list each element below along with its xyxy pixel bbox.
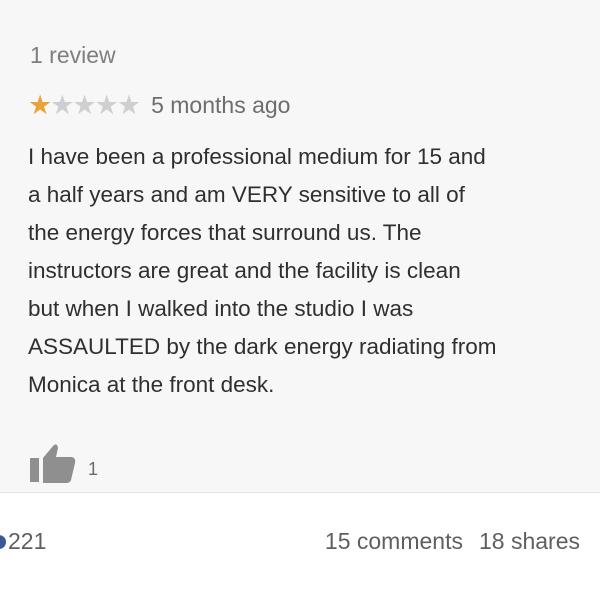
comments-link[interactable]: 15 comments <box>325 528 463 555</box>
reaction-icon <box>0 534 6 549</box>
review-text-line: instructors are great and the facility i… <box>28 258 461 283</box>
review-text-line: Monica at the front desk. <box>28 372 275 397</box>
reactions[interactable]: 221 <box>0 528 46 555</box>
helpful-count: 1 <box>88 459 99 479</box>
star-icon: ★ <box>116 90 141 120</box>
shares-link[interactable]: 18 shares <box>479 528 580 555</box>
helpful-button[interactable]: 1 <box>28 442 98 484</box>
divider <box>0 492 600 493</box>
star-icon: ★ <box>50 90 74 120</box>
review-text: I have been a professional medium for 15… <box>28 138 598 404</box>
rating-row: ★ ★ ★ ★ ★ 5 months ago <box>28 92 290 119</box>
star-rating: ★ ★ ★ ★ ★ <box>28 90 141 120</box>
review-text-line: ASSAULTED by the dark energy radiating f… <box>28 334 497 359</box>
reactions-count: 221 <box>8 528 47 554</box>
star-icon: ★ <box>28 90 52 120</box>
engagement-counts: 15 comments 18 shares <box>325 528 580 555</box>
review-date: 5 months ago <box>151 92 291 118</box>
review-text-line: a half years and am VERY sensitive to al… <box>28 182 465 207</box>
review-text-line: I have been a professional medium for 15… <box>28 144 486 169</box>
post-footer: 221 15 comments 18 shares <box>0 522 600 566</box>
post-page: 1 review ★ ★ ★ ★ ★ 5 months ago I have b… <box>0 0 600 600</box>
reviewer-name <box>30 0 290 8</box>
thumbs-up-icon <box>30 444 76 483</box>
review-screenshot: 1 review ★ ★ ★ ★ ★ 5 months ago I have b… <box>0 0 600 492</box>
star-icon: ★ <box>72 90 96 120</box>
review-text-line: but when I walked into the studio I was <box>28 296 414 321</box>
star-icon: ★ <box>94 90 119 120</box>
review-text-line: the energy forces that surround us. The <box>28 220 422 245</box>
review-count: 1 review <box>30 42 116 68</box>
